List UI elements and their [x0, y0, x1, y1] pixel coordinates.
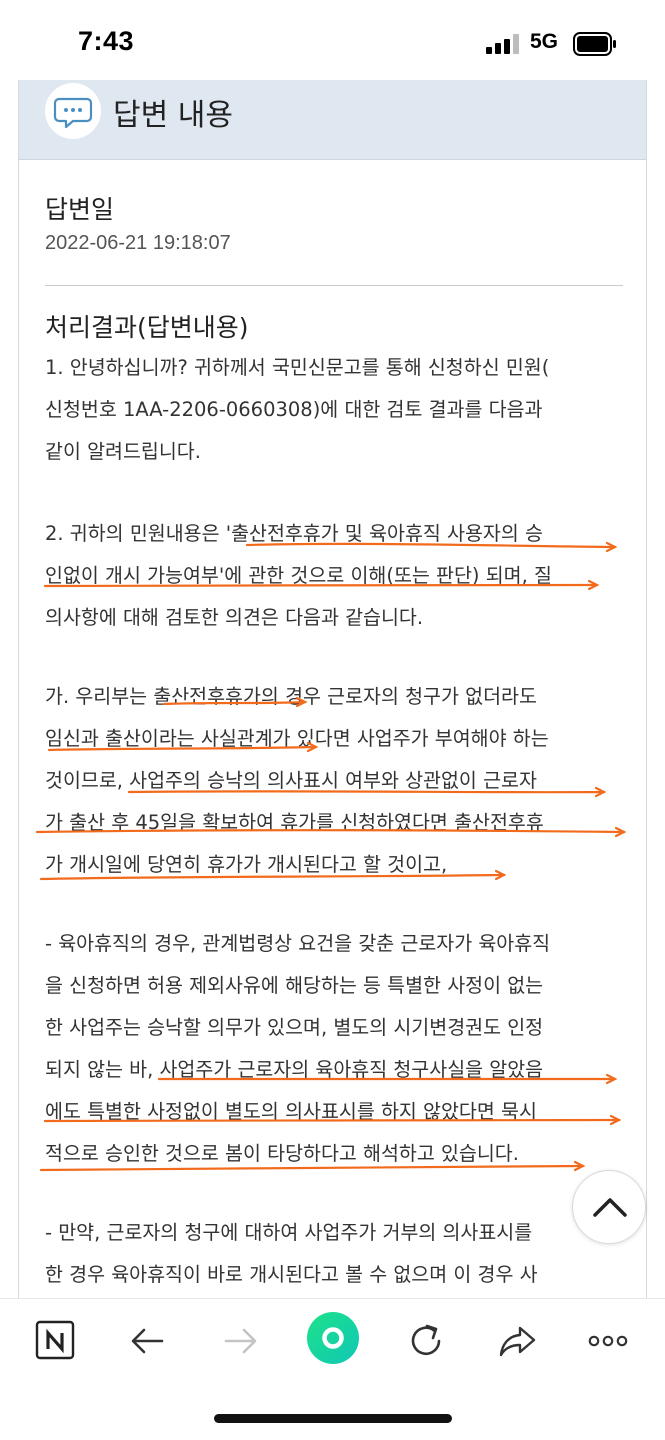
answer-line: - 육아휴직의 경우, 관계법령상 요건을 갖춘 근로자가 육아휴직 [45, 932, 551, 955]
answer-line: 을 신청하면 허용 제외사유에 해당하는 등 특별한 사정이 없는 [45, 974, 544, 997]
answer-line: 되지 않는 바, 사업주가 근로자의 육아휴직 청구사실을 알았음 [45, 1058, 544, 1081]
answer-line: 가. 우리부는 출산전후휴가의 경우 근로자의 청구가 없더라도 [45, 685, 537, 708]
answer-header: 답변 내용 [19, 80, 646, 160]
browser-toolbar [0, 1298, 665, 1440]
answer-date-value: 2022-06-21 19:18:07 [45, 232, 231, 254]
naver-n-icon[interactable] [32, 1317, 80, 1365]
answer-line: 적으로 승인한 것으로 봄이 타당하다고 해석하고 있습니다. [45, 1142, 519, 1165]
answer-line: - 만약, 근로자의 청구에 대하여 사업주가 거부의 의사표시를 [45, 1221, 533, 1244]
result-label: 처리결과(답변내용) [45, 313, 249, 342]
answer-line: 임신과 출산이라는 사실관계가 있다면 사업주가 부여해야 하는 [45, 727, 549, 750]
answer-card: 답변 내용 답변일 2022-06-21 19:18:07 처리결과(답변내용)… [18, 80, 647, 1300]
back-arrow-icon[interactable] [124, 1317, 172, 1365]
answer-line: 한 경우 육아휴직이 바로 개시된다고 볼 수 없으며 이 경우 사 [45, 1263, 538, 1286]
answer-line: 같이 알려드립니다. [45, 440, 201, 463]
speech-bubble-icon [45, 83, 101, 139]
more-icon[interactable] [584, 1317, 632, 1365]
page-title: 답변 내용 [113, 98, 233, 133]
share-icon[interactable] [494, 1317, 542, 1365]
divider [45, 285, 623, 286]
status-time: 7:43 [78, 26, 135, 56]
answer-line: 것이므로, 사업주의 승낙의 의사표시 여부와 상관없이 근로자 [45, 769, 537, 792]
answer-line: 의사항에 대해 검토한 의견은 다음과 같습니다. [45, 606, 424, 629]
battery-icon [573, 32, 616, 56]
answer-line: 가 출산 후 45일을 확보하여 휴가를 신청하였다면 출산전후휴 [45, 811, 544, 834]
home-indicator[interactable] [214, 1414, 452, 1423]
chevron-up-icon [593, 1198, 627, 1217]
answer-line: 1. 안녕하십니까? 귀하께서 국민신문고를 통해 신청하신 민원( [45, 356, 550, 379]
answer-line: 2. 귀하의 민원내용은 '출산전후휴가 및 육아휴직 사용자의 승 [45, 522, 543, 545]
scroll-to-top-button[interactable] [572, 1170, 646, 1244]
answer-line: 가 개시일에 당연히 휴가가 개시된다고 할 것이고, [45, 853, 448, 876]
answer-line: 인없이 개시 가능여부'에 관한 것으로 이해(또는 판단) 되며, 질 [45, 564, 552, 587]
signal-icon [486, 34, 520, 54]
green-home-icon[interactable] [306, 1311, 360, 1365]
status-bar: 7:43 5G [0, 0, 665, 82]
answer-line: 한 사업주는 승낙할 의무가 있으며, 별도의 시기변경권도 인정 [45, 1016, 544, 1039]
answer-date-label: 답변일 [45, 195, 115, 224]
network-type: 5G [530, 30, 559, 53]
forward-arrow-icon[interactable] [216, 1317, 264, 1365]
answer-line: 에도 특별한 사정없이 별도의 의사표시를 하지 않았다면 묵시 [45, 1100, 537, 1123]
reload-icon[interactable] [402, 1317, 450, 1365]
answer-line: 신청번호 1AA-2206-0660308)에 대한 검토 결과를 다음과 [45, 398, 543, 421]
